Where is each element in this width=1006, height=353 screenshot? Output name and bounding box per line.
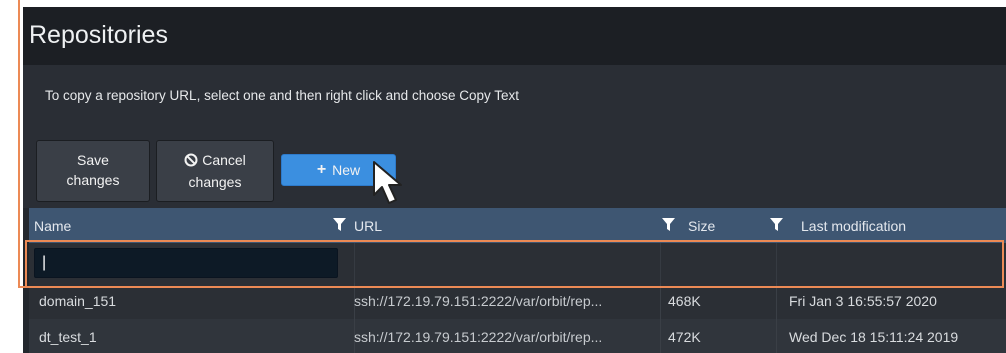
filter-icon[interactable] bbox=[770, 218, 783, 231]
column-label-name: Name bbox=[34, 217, 72, 234]
filter-icon[interactable] bbox=[662, 218, 675, 231]
info-band: To copy a repository URL, select one and… bbox=[23, 65, 1006, 135]
column-label-size: Size bbox=[688, 217, 716, 234]
table-row[interactable]: dt_test_1 ssh://172.19.79.151:2222/var/o… bbox=[29, 319, 1006, 353]
repo-name: domain_151 bbox=[39, 293, 117, 309]
column-label-url: URL bbox=[354, 217, 383, 234]
filter-icon[interactable] bbox=[333, 218, 346, 231]
mouse-pointer-icon bbox=[373, 161, 402, 204]
column-divider bbox=[776, 283, 777, 319]
column-header-last-modification[interactable]: Last modification bbox=[801, 208, 1006, 243]
table-header: Name URL Size Last modification bbox=[29, 208, 1006, 243]
column-header-name[interactable]: Name bbox=[34, 208, 354, 243]
filter-row-highlight bbox=[25, 240, 1004, 288]
save-changes-button[interactable]: Save changes bbox=[36, 140, 150, 202]
repo-size: 472K bbox=[668, 329, 701, 345]
ban-icon bbox=[184, 153, 198, 167]
repo-name: dt_test_1 bbox=[39, 329, 97, 345]
column-divider bbox=[776, 319, 777, 353]
cancel-label-line2: changes bbox=[188, 174, 242, 190]
repo-last-modification: Wed Dec 18 15:11:24 2019 bbox=[789, 329, 959, 345]
new-label: New bbox=[332, 162, 361, 178]
save-label-line2: changes bbox=[66, 172, 120, 188]
save-label-line1: Save bbox=[77, 152, 109, 168]
repo-last-modification: Fri Jan 3 16:55:57 2020 bbox=[789, 293, 937, 309]
page-title: Repositories bbox=[29, 21, 168, 49]
repositories-panel: Repositories To copy a repository URL, s… bbox=[23, 7, 1006, 353]
repo-url: ssh://172.19.79.151:2222/var/orbit/rep..… bbox=[354, 329, 603, 345]
column-header-size[interactable]: Size bbox=[688, 208, 788, 243]
instructions-text: To copy a repository URL, select one and… bbox=[45, 88, 520, 103]
column-label-last-modification: Last modification bbox=[801, 217, 907, 234]
highlight-callout-line bbox=[18, 0, 23, 288]
cancel-changes-button[interactable]: Cancel changes bbox=[156, 140, 274, 202]
column-header-url[interactable]: URL bbox=[354, 208, 675, 243]
title-bar: Repositories bbox=[23, 7, 1006, 65]
column-divider bbox=[660, 319, 661, 353]
repo-size: 468K bbox=[668, 293, 701, 309]
toolbar: Save changes Cancel changes + New bbox=[23, 135, 1006, 208]
cancel-label-line1: Cancel bbox=[202, 152, 246, 168]
repo-url: ssh://172.19.79.151:2222/var/orbit/rep..… bbox=[354, 293, 603, 309]
column-divider bbox=[660, 283, 661, 319]
plus-icon: + bbox=[316, 161, 327, 178]
table-row[interactable]: domain_151 ssh://172.19.79.151:2222/var/… bbox=[29, 283, 1006, 319]
